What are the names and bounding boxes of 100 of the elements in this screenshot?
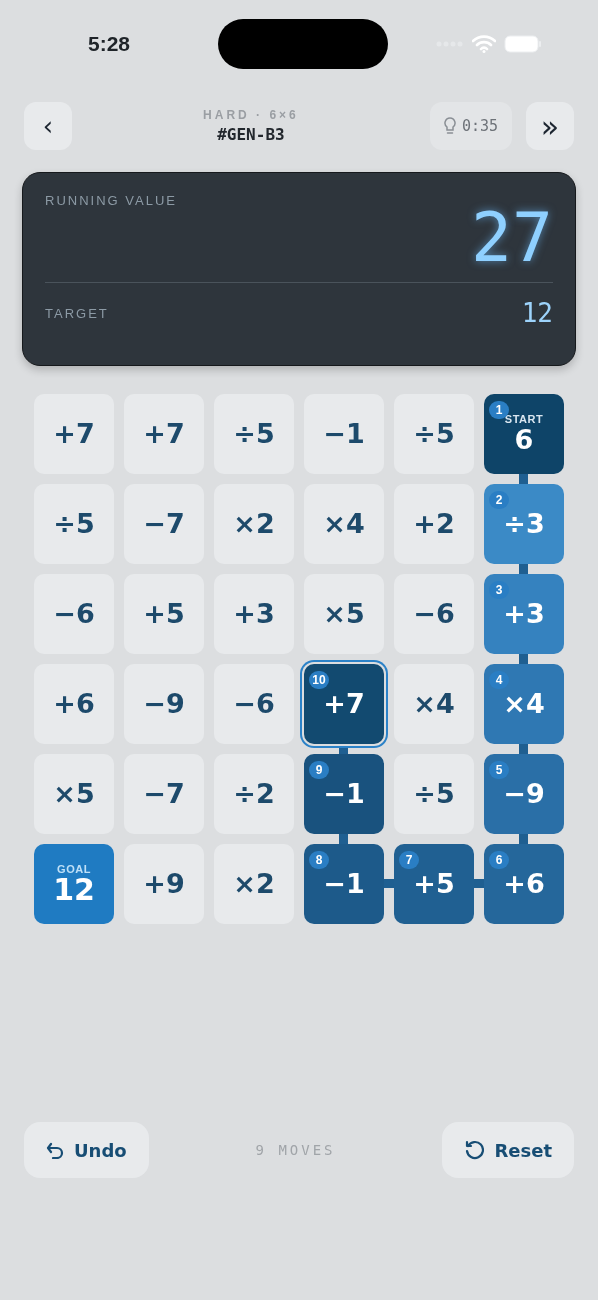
tile-value: −9 <box>503 779 545 809</box>
hint-button[interactable]: 0:35 <box>429 102 512 150</box>
operation-tile[interactable]: −6 <box>394 574 474 654</box>
tile-value: ×5 <box>323 599 365 629</box>
skip-button[interactable]: » <box>526 102 574 150</box>
tile-caption: GOAL <box>57 863 91 875</box>
operation-tile[interactable]: +2 <box>394 484 474 564</box>
goal-tile[interactable]: GOAL 12 <box>34 844 114 924</box>
tile-value: −1 <box>323 779 365 809</box>
operation-tile[interactable]: 9 −1 <box>304 754 384 834</box>
tile-value: −6 <box>413 599 455 629</box>
tile-value: +7 <box>143 419 185 449</box>
operation-tile[interactable]: +6 <box>34 664 114 744</box>
operation-tile[interactable]: 6 +6 <box>484 844 564 924</box>
step-badge: 8 <box>309 851 329 869</box>
tile-value: ×2 <box>233 869 275 899</box>
tile-value: ÷5 <box>53 509 95 539</box>
operation-tile[interactable]: 8 −1 <box>304 844 384 924</box>
step-badge: 9 <box>309 761 329 779</box>
tile-value: −9 <box>143 689 185 719</box>
tile-value: +7 <box>53 419 95 449</box>
step-badge: 2 <box>489 491 509 509</box>
operation-tile[interactable]: −7 <box>124 754 204 834</box>
tile-value: +3 <box>503 599 545 629</box>
operation-tile[interactable]: +7 <box>34 394 114 474</box>
tile-value: ÷2 <box>233 779 275 809</box>
operation-tile[interactable]: −1 <box>304 394 384 474</box>
tile-value: +2 <box>413 509 455 539</box>
step-badge: 10 <box>309 671 329 689</box>
tile-value: 6 <box>514 425 534 455</box>
operation-tile[interactable]: ×4 <box>394 664 474 744</box>
moves-count: 9 MOVES <box>255 1142 336 1158</box>
tile-value: +7 <box>323 689 365 719</box>
tile-value: ×4 <box>503 689 545 719</box>
tile-value: −7 <box>143 509 185 539</box>
lightbulb-icon <box>443 117 456 135</box>
tile-value: ÷5 <box>233 419 275 449</box>
operation-tile[interactable]: ×4 <box>304 484 384 564</box>
running-value-label: RUNNING VALUE <box>45 193 178 208</box>
undo-button[interactable]: Undo <box>24 1122 149 1178</box>
tile-value: +6 <box>53 689 95 719</box>
target-value: 12 <box>521 298 553 328</box>
path-connector <box>474 879 484 888</box>
tile-value: ÷5 <box>413 779 455 809</box>
operation-tile[interactable]: 4 ×4 <box>484 664 564 744</box>
path-connector <box>339 834 348 844</box>
tile-value: ×2 <box>233 509 275 539</box>
tile-value: −6 <box>233 689 275 719</box>
start-tile[interactable]: 1 START 6 <box>484 394 564 474</box>
tile-value: +9 <box>143 869 185 899</box>
operation-tile[interactable]: 2 ÷3 <box>484 484 564 564</box>
operation-tile[interactable]: ÷5 <box>34 484 114 564</box>
path-connector <box>519 474 528 484</box>
operation-tile[interactable]: +7 <box>124 394 204 474</box>
step-badge: 3 <box>489 581 509 599</box>
operation-tile[interactable]: −6 <box>214 664 294 744</box>
operation-tile[interactable]: ÷5 <box>394 394 474 474</box>
operation-tile[interactable]: −7 <box>124 484 204 564</box>
path-connector <box>519 744 528 754</box>
operation-tile[interactable]: +3 <box>214 574 294 654</box>
puzzle-id: #GEN-B3 <box>217 125 285 144</box>
operation-tile[interactable]: ×5 <box>34 754 114 834</box>
step-badge: 6 <box>489 851 509 869</box>
operation-tile[interactable]: ×2 <box>214 484 294 564</box>
tile-value: 12 <box>53 875 95 905</box>
battery-icon <box>504 35 542 53</box>
step-badge: 7 <box>399 851 419 869</box>
tile-value: ×5 <box>53 779 95 809</box>
target-label: TARGET <box>45 305 109 321</box>
operation-tile[interactable]: ÷5 <box>214 394 294 474</box>
operation-tile[interactable]: ×5 <box>304 574 384 654</box>
path-connector <box>384 879 394 888</box>
reset-icon <box>464 1140 485 1160</box>
path-connector <box>519 564 528 574</box>
tile-value: ÷5 <box>413 419 455 449</box>
operation-tile[interactable]: 5 −9 <box>484 754 564 834</box>
tile-value: −1 <box>323 869 365 899</box>
operation-tile[interactable]: ÷2 <box>214 754 294 834</box>
operation-tile[interactable]: 7 +5 <box>394 844 474 924</box>
tile-value: ×4 <box>413 689 455 719</box>
tile-value: +5 <box>413 869 455 899</box>
operation-tile[interactable]: −6 <box>34 574 114 654</box>
reset-button[interactable]: Reset <box>442 1122 574 1178</box>
tile-value: +5 <box>143 599 185 629</box>
tile-value: −1 <box>323 419 365 449</box>
path-connector <box>519 654 528 664</box>
back-button[interactable]: ‹ <box>24 102 72 150</box>
path-connector <box>519 834 528 844</box>
operation-tile[interactable]: −9 <box>124 664 204 744</box>
tile-value: −7 <box>143 779 185 809</box>
step-badge: 5 <box>489 761 509 779</box>
tile-value: ×4 <box>323 509 365 539</box>
running-value: 27 <box>471 202 553 274</box>
operation-tile[interactable]: +5 <box>124 574 204 654</box>
status-time: 5:28 <box>88 32 131 56</box>
tile-value: ÷3 <box>503 509 545 539</box>
operation-tile[interactable]: 3 +3 <box>484 574 564 654</box>
operation-tile[interactable]: ×2 <box>214 844 294 924</box>
operation-tile[interactable]: ÷5 <box>394 754 474 834</box>
operation-tile[interactable]: +9 <box>124 844 204 924</box>
